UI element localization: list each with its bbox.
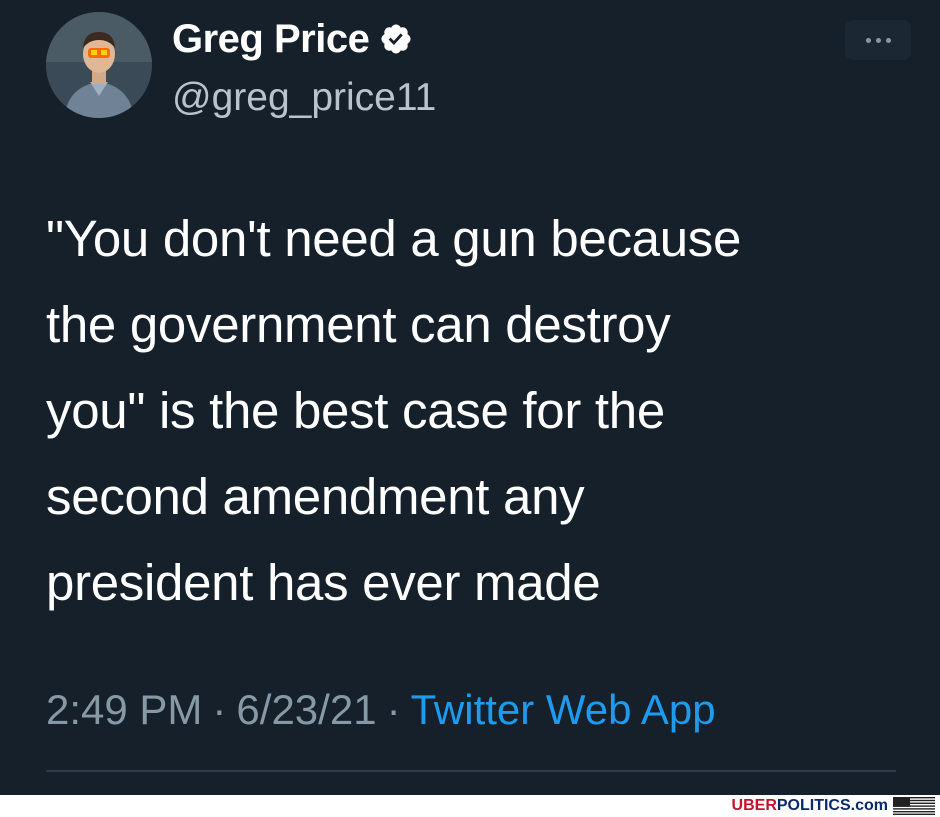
watermark-politics: POLITICS.com — [776, 797, 888, 814]
more-options-icon — [865, 37, 891, 43]
watermark-uber: UBER — [731, 797, 777, 814]
tweet-source-link[interactable]: Twitter Web App — [411, 686, 716, 734]
display-name[interactable]: Greg Price — [172, 17, 370, 62]
tweet-time[interactable]: 2:49 PM — [46, 686, 202, 734]
metadata-separator: · — [386, 686, 401, 733]
avatar-image — [46, 12, 152, 118]
display-name-row: Greg Price — [172, 14, 413, 64]
tweet-metadata: 2:49 PM · 6/23/21 · Twitter Web App — [46, 682, 716, 738]
us-flag-icon — [893, 797, 935, 815]
tweet-text: "You don't need a gun because the govern… — [46, 196, 916, 626]
metadata-separator: · — [212, 686, 227, 733]
tweet-text-line: "You don't need a gun because — [46, 210, 742, 267]
tweet-card: Greg Price @greg_price11 "You don't need… — [0, 0, 940, 795]
user-handle[interactable]: @greg_price11 — [172, 76, 436, 120]
avatar[interactable] — [46, 12, 152, 118]
more-options-button[interactable] — [845, 20, 911, 60]
tweet-date[interactable]: 6/23/21 — [236, 686, 376, 734]
divider — [46, 770, 896, 772]
verified-badge-icon — [381, 24, 411, 54]
watermark-bar: UBERPOLITICS.com — [0, 795, 940, 817]
tweet-text-line: you" is the best case for the — [46, 382, 665, 439]
tweet-text-line: president has ever made — [46, 554, 601, 611]
watermark-text: UBERPOLITICS.com — [732, 797, 888, 815]
tweet-text-line: second amendment any — [46, 468, 585, 525]
tweet-text-line: the government can destroy — [46, 296, 671, 353]
